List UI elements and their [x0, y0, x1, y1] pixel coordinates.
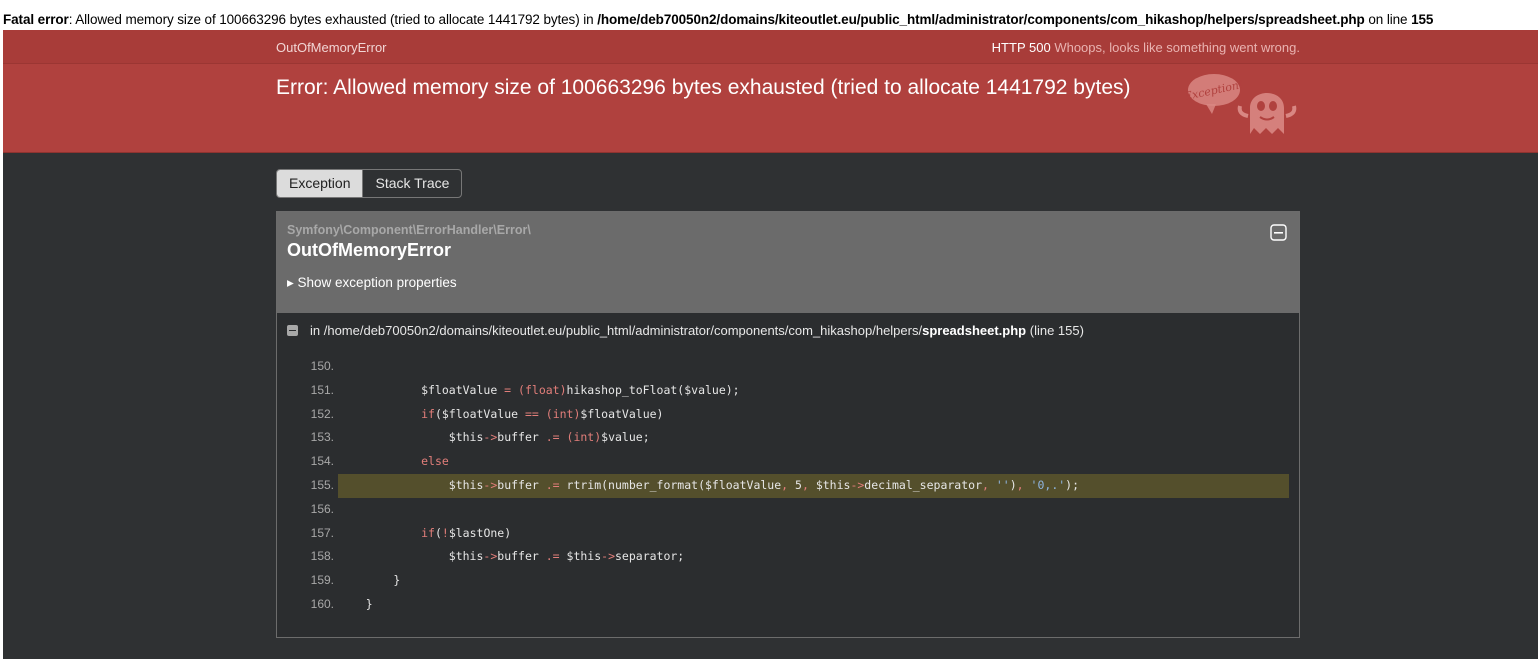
code-text: $floatValue = (float)hikashop_toFloat($v… [338, 382, 740, 397]
line-number: 158. [310, 549, 334, 564]
fatal-error-message: : Allowed memory size of 100663296 bytes… [68, 12, 598, 27]
code-snippet: 150. 151. $floatValue = (float)hikashop_… [277, 355, 1299, 617]
code-text: } [338, 596, 373, 611]
line-number: 156. [310, 501, 334, 516]
line-number: 155. [310, 477, 334, 492]
line-number: 154. [310, 454, 334, 469]
http-status-code: HTTP 500 [991, 40, 1051, 55]
show-exception-properties-toggle[interactable]: ▸ Show exception properties [287, 275, 457, 291]
exception-header: Symfony\Component\ErrorHandler\Error\ Ou… [277, 212, 1299, 313]
code-line-highlighted: 155. $this->buffer .= rtrim(number_forma… [277, 473, 1299, 498]
line-number: 160. [310, 596, 334, 611]
code-text: $this->buffer .= (int)$value; [338, 430, 650, 445]
tab-bar: Exception Stack Trace [276, 169, 463, 198]
line-number: 152. [310, 406, 334, 421]
fatal-error-line: Fatal error: Allowed memory size of 1006… [3, 12, 1433, 27]
tab-exception[interactable]: Exception [277, 170, 364, 197]
code-text: } [338, 573, 401, 588]
tab-stack-trace[interactable]: Stack Trace [363, 170, 461, 197]
exception-class: OutOfMemoryError [287, 240, 452, 260]
error-header: OutOfMemoryError HTTP 500 Whoops, looks … [3, 30, 1538, 153]
code-text: $this->buffer .= $this->separator; [338, 549, 685, 564]
exception-ghost-icon: Exception! [1186, 74, 1297, 134]
fatal-error-line-number: 155 [1411, 12, 1434, 27]
code-text: if(!$lastOne) [421, 525, 512, 540]
fatal-error-path: /home/deb70050n2/domains/kiteoutlet.eu/p… [597, 12, 1365, 27]
code-line: 159. } [277, 569, 1299, 593]
header-top-bar: OutOfMemoryError HTTP 500 Whoops, looks … [3, 30, 1538, 64]
code-line: 156. [277, 498, 1299, 522]
line-number: 150. [310, 359, 334, 373]
code-line: 160. } [277, 593, 1299, 617]
line-number: 159. [310, 573, 334, 588]
file-path-prefix: in /home/deb70050n2/domains/kiteoutlet.e… [310, 323, 923, 338]
collapse-icon[interactable] [1270, 224, 1287, 241]
code-line: 158. $this->buffer .= $this->separator; [277, 545, 1299, 569]
line-number: 157. [310, 525, 334, 540]
code-text: else [421, 454, 449, 469]
error-title: Error: Allowed memory size of 100663296 … [276, 76, 1131, 99]
line-number: 153. [310, 430, 334, 445]
error-page: OutOfMemoryError HTTP 500 Whoops, looks … [3, 30, 1538, 659]
code-line: 153. $this->buffer .= (int)$value; [277, 426, 1299, 450]
exception-namespace: Symfony\Component\ErrorHandler\Error\ [287, 223, 531, 237]
code-line: 152. if($floatValue == (int)$floatValue) [277, 403, 1299, 427]
file-line-info: (line 155) [1026, 323, 1084, 338]
exception-panel: Symfony\Component\ErrorHandler\Error\ Ou… [276, 211, 1300, 638]
code-text: $this->buffer .= rtrim(number_format($fl… [338, 473, 1289, 498]
collapse-trace-icon[interactable] [287, 325, 298, 336]
http-status: HTTP 500 Whoops, looks like something we… [992, 40, 1300, 55]
fatal-error-on-line: on line [1364, 12, 1412, 27]
code-text: if($floatValue == (int)$floatValue) [421, 406, 664, 421]
http-status-message: Whoops, looks like something went wrong. [1054, 40, 1300, 55]
code-line: 150. [277, 355, 1299, 379]
code-line: 151. $floatValue = (float)hikashop_toFlo… [277, 379, 1299, 403]
line-number: 151. [310, 382, 334, 397]
exception-short-name: OutOfMemoryError [276, 40, 387, 55]
fatal-error-prefix: Fatal error [3, 12, 69, 27]
code-line: 154. else [277, 450, 1299, 474]
file-location: in /home/deb70050n2/domains/kiteoutlet.e… [287, 323, 1084, 338]
file-name: spreadsheet.php [922, 323, 1027, 338]
code-line: 157. if(!$lastOne) [277, 522, 1299, 546]
